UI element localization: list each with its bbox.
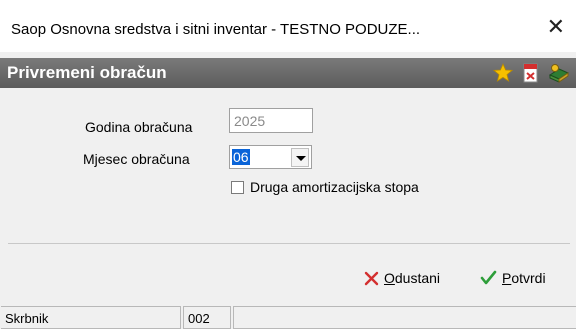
year-value: 2025	[234, 113, 266, 129]
panel-toolbar	[492, 61, 570, 85]
window-title: Saop Osnovna sredstva i sitni inventar -…	[11, 21, 421, 38]
month-label: Mjesec obračuna	[83, 151, 190, 167]
status-extra	[233, 306, 576, 329]
confirm-button[interactable]: Potvrdi	[480, 270, 546, 286]
panel-title: Privremeni obračun	[7, 63, 167, 82]
month-value: 06	[232, 149, 250, 165]
button-bar: Odustani Potvrdi	[0, 244, 576, 300]
cancel-button[interactable]: Odustani	[364, 270, 440, 286]
year-label: Godina obračuna	[85, 119, 193, 135]
status-bar: Skrbnik 002	[0, 304, 576, 329]
status-user: Skrbnik	[1, 306, 181, 329]
panel-header: Privremeni obračun	[0, 58, 576, 88]
year-field: 2025	[229, 108, 313, 133]
star-icon[interactable]	[492, 62, 514, 84]
checkmark-icon	[480, 270, 497, 285]
month-select[interactable]: 06	[229, 145, 312, 169]
close-icon[interactable]: ✕	[547, 16, 565, 38]
confirm-label: Potvrdi	[502, 270, 546, 286]
pdf-document-icon[interactable]	[520, 62, 542, 84]
second-depreciation-label: Druga amortizacijska stopa	[250, 179, 419, 195]
form-area: Godina obračuna 2025 Mjesec obračuna 06 …	[8, 93, 570, 244]
books-help-icon[interactable]	[548, 62, 570, 84]
cancel-label: Odustani	[384, 270, 441, 286]
cancel-x-icon	[364, 271, 379, 285]
window-titlebar: Saop Osnovna sredstva i sitni inventar -…	[0, 0, 576, 52]
status-code: 002	[183, 306, 231, 329]
chevron-down-icon[interactable]	[291, 148, 309, 167]
second-depreciation-checkbox[interactable]	[231, 181, 244, 194]
